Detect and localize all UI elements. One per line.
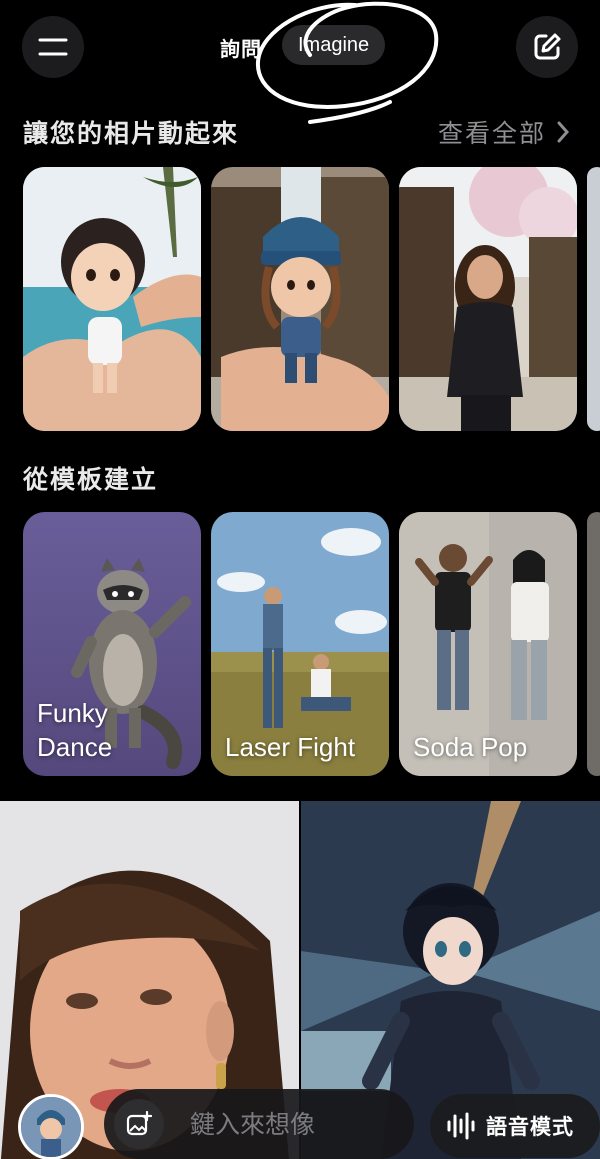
tab-imagine[interactable]: Imagine [282,25,386,65]
tab-ask[interactable]: 詢問 [220,33,262,62]
templates-section-title: 從模板建立 [23,465,159,494]
figurine-girl-image [23,167,201,431]
menu-button[interactable] [22,16,84,78]
compose-icon [534,33,561,60]
template-label: Funky Dance [37,698,113,762]
prompt-input[interactable] [190,1105,400,1143]
woman-street-image [399,167,577,431]
prompt-bar [104,1089,414,1159]
see-all-link[interactable]: 查看全部 [438,114,570,150]
template-card-peek[interactable] [587,512,600,776]
voice-mode-button[interactable]: 語音模式 [430,1094,600,1158]
template-card-soda-pop[interactable]: Soda Pop [399,512,577,776]
add-image-button[interactable] [114,1099,164,1149]
template-label: Soda Pop [413,732,528,762]
chevron-right-icon [557,121,570,143]
voice-mode-label: 語音模式 [486,1115,574,1139]
waveform-icon [447,1112,475,1140]
see-all-label: 查看全部 [438,119,547,148]
photos-section-title: 讓您的相片動起來 [23,119,240,148]
new-chat-button[interactable] [516,16,578,78]
photo-card-peek[interactable] [587,167,600,431]
hand-drawn-circle-annotation [255,1,439,124]
template-card-funky-dance[interactable]: Funky Dance [23,512,201,776]
hamburger-menu-icon [38,38,68,56]
user-avatar[interactable] [18,1094,84,1159]
figurine-beanie-image [211,167,389,431]
template-label: Laser Fight [225,732,356,762]
photo-card-figurine-girl[interactable] [23,167,201,431]
photo-card-woman-street[interactable] [399,167,577,431]
image-plus-icon [126,1111,152,1136]
photo-card-figurine-beanie[interactable] [211,167,389,431]
template-card-laser-fight[interactable]: Laser Fight [211,512,389,776]
avatar-image [21,1097,81,1157]
